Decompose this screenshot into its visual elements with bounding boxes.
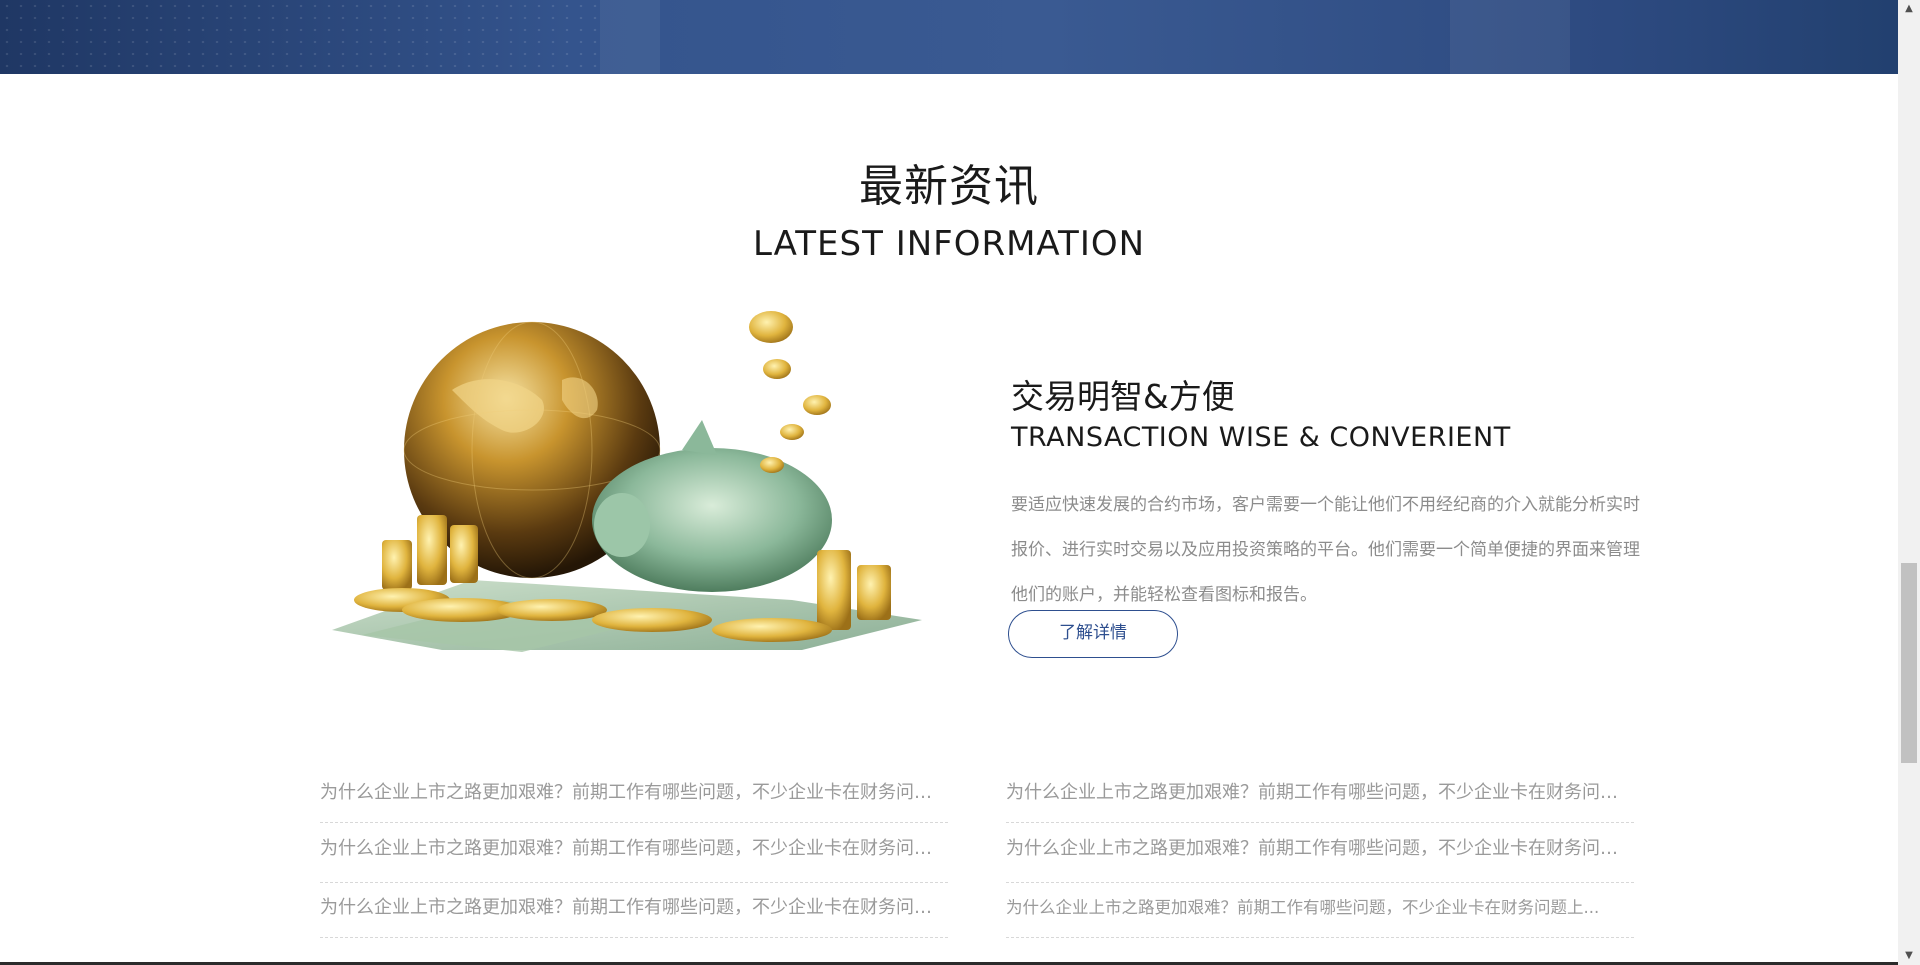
- page-scrollbar[interactable]: ▲ ▼: [1898, 0, 1920, 965]
- news-item[interactable]: 为什么企业上市之路更加艰难？前期工作有哪些问题，不少企业卡在财务问题上...: [320, 768, 948, 823]
- news-item[interactable]: 为什么企业上市之路更加艰难？前期工作有哪些问题，不少企业卡在财务问题上...: [320, 823, 948, 883]
- section-subtitle: LATEST INFORMATION: [752, 224, 1146, 264]
- news-item[interactable]: 为什么企业上市之路更加艰难？前期工作有哪些问题，不少企业卡在财务问题上...: [1006, 823, 1634, 883]
- feature-title: 交易明智&方便: [1011, 377, 1235, 416]
- banner-stripe: [1450, 0, 1570, 74]
- news-list-right: 为什么企业上市之路更加艰难？前期工作有哪些问题，不少企业卡在财务问题上... 为…: [1006, 768, 1634, 938]
- banner-stripe: [600, 0, 660, 74]
- section-title: 最新资讯: [859, 161, 1039, 212]
- banner-pattern: [0, 0, 600, 74]
- scroll-up-icon[interactable]: ▲: [1898, 0, 1920, 18]
- scrollbar-thumb[interactable]: [1901, 563, 1917, 763]
- scroll-down-icon[interactable]: ▼: [1898, 947, 1920, 965]
- feature-subtitle: TRANSACTION WISE & CONVERIENT: [1011, 422, 1511, 453]
- news-item[interactable]: 为什么企业上市之路更加艰难？前期工作有哪些问题，不少企业卡在财务问题上...: [320, 883, 948, 938]
- news-list-left: 为什么企业上市之路更加艰难？前期工作有哪些问题，不少企业卡在财务问题上... 为…: [320, 768, 948, 938]
- feature-description: 要适应快速发展的合约市场，客户需要一个能让他们不用经纪商的介入就能分析实时报价、…: [1011, 495, 1640, 605]
- news-item[interactable]: 为什么企业上市之路更加艰难？前期工作有哪些问题，不少企业卡在财务问题上...: [1006, 883, 1634, 938]
- globe-coins-piggybank-illustration: [332, 311, 922, 652]
- top-banner: [0, 0, 1898, 74]
- news-item[interactable]: 为什么企业上市之路更加艰难？前期工作有哪些问题，不少企业卡在财务问题上...: [1006, 768, 1634, 823]
- learn-more-button[interactable]: 了解详情: [1008, 610, 1178, 658]
